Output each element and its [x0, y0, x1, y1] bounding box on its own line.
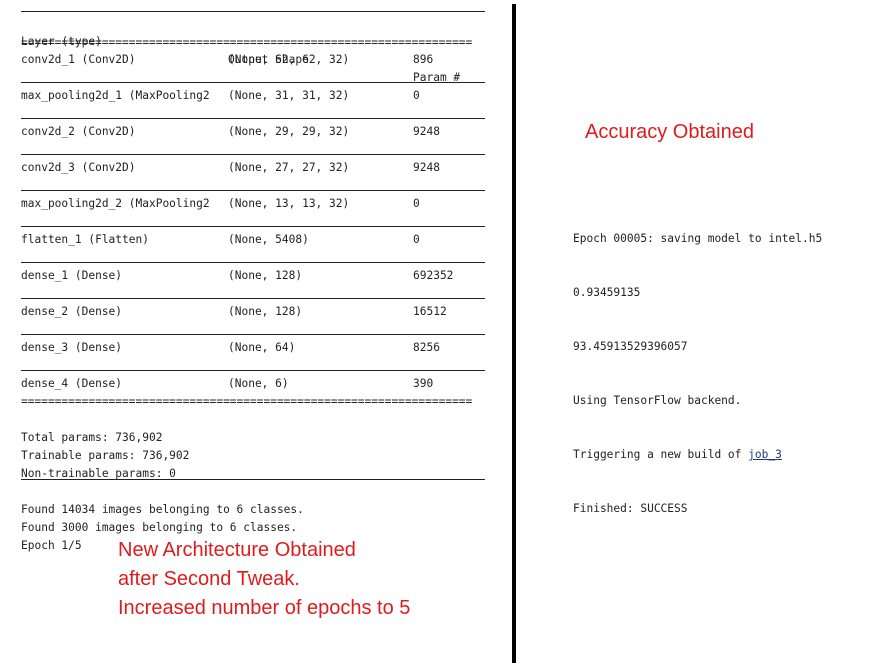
separator-line	[21, 226, 485, 227]
console-line: Finished: SUCCESS	[573, 502, 688, 515]
layer-name: conv2d_2 (Conv2D)	[21, 125, 136, 138]
layer-row: conv2d_3 (Conv2D) (None, 27, 27, 32) 9248	[0, 159, 512, 177]
accuracy-annotation: Accuracy Obtained	[585, 121, 754, 143]
layer-row: dense_2 (Dense) (None, 128) 16512	[0, 303, 512, 321]
layer-row: max_pooling2d_2 (MaxPooling2 (None, 13, 1…	[0, 195, 512, 213]
layer-row: flatten_1 (Flatten) (None, 5408) 0	[0, 231, 512, 249]
console-line: 0.93459135	[573, 286, 641, 299]
architecture-annotation: New Architecture Obtained after Second T…	[118, 539, 411, 619]
separator-line	[21, 118, 485, 119]
separator-line	[21, 11, 485, 12]
output-shape: (None, 62, 62, 32)	[228, 53, 350, 66]
header-param: Param #	[413, 71, 461, 84]
layer-name: dense_4 (Dense)	[21, 377, 123, 390]
layer-name: max_pooling2d_2 (MaxPooling2	[21, 197, 210, 210]
separator-line	[21, 334, 485, 335]
param-count: 16512	[413, 305, 447, 318]
param-count: 8256	[413, 341, 440, 354]
equals-separator: ========================================…	[21, 395, 473, 408]
output-shape: (None, 128)	[228, 305, 303, 318]
non-trainable-params: Non-trainable params: 0	[0, 447, 512, 480]
output-shape: (None, 128)	[228, 269, 303, 282]
layer-name: dense_2 (Dense)	[21, 305, 123, 318]
param-count: 692352	[413, 269, 454, 282]
output-shape: (None, 29, 29, 32)	[228, 125, 350, 138]
param-count: 9248	[413, 125, 440, 138]
equals-separator: ========================================…	[21, 36, 473, 49]
separator-line	[21, 298, 485, 299]
param-count: 0	[413, 89, 420, 102]
separator-line	[21, 479, 485, 480]
output-shape: (None, 27, 27, 32)	[228, 161, 350, 174]
separator-line	[21, 82, 485, 83]
layer-row: dense_4 (Dense) (None, 6) 390	[0, 375, 512, 393]
layer-name: flatten_1 (Flatten)	[21, 233, 149, 246]
non-trainable-params-text: Non-trainable params: 0	[21, 467, 176, 480]
vertical-divider	[512, 4, 516, 663]
console-line: Using TensorFlow backend.	[573, 394, 742, 407]
console-line: Epoch 00005: saving model to intel.h5	[573, 232, 823, 245]
param-count: 0	[413, 197, 420, 210]
param-count: 9248	[413, 161, 440, 174]
layer-name: conv2d_3 (Conv2D)	[21, 161, 136, 174]
log-line: Found 3000 images belonging to 6 classes…	[0, 501, 512, 534]
param-count: 390	[413, 377, 434, 390]
trigger-text: Triggering a new build of	[573, 448, 749, 461]
layer-row: dense_1 (Dense) (None, 128) 692352	[0, 267, 512, 285]
output-shape: (None, 64)	[228, 341, 296, 354]
param-count: 896	[413, 53, 434, 66]
separator-line	[21, 262, 485, 263]
summary-header-row: Layer (type) Output Shape Param #	[0, 15, 512, 84]
job-link[interactable]: job_3	[748, 448, 782, 461]
layer-name: dense_1 (Dense)	[21, 269, 123, 282]
layer-row: conv2d_1 (Conv2D) (None, 62, 62, 32) 896	[0, 51, 512, 69]
layer-name: conv2d_1 (Conv2D)	[21, 53, 136, 66]
output-shape: (None, 5408)	[228, 233, 309, 246]
console-output: Epoch 00005: saving model to intel.h5 0.…	[573, 194, 822, 536]
log-line: Found 14034 images belonging to 6 classe…	[0, 483, 512, 516]
console-line-trigger: Triggering a new build of job_3	[573, 446, 822, 464]
log-line: Epoch 1/5	[0, 519, 512, 552]
separator-line	[21, 370, 485, 371]
layer-row: max_pooling2d_1 (MaxPooling2 (None, 31, 3…	[0, 87, 512, 105]
output-shape: (None, 6)	[228, 377, 289, 390]
layer-row: dense_3 (Dense) (None, 64) 8256	[0, 339, 512, 357]
separator-line	[21, 190, 485, 191]
output-shape: (None, 31, 31, 32)	[228, 89, 350, 102]
layer-name: dense_3 (Dense)	[21, 341, 123, 354]
trainable-params: Trainable params: 736,902	[0, 429, 512, 462]
param-count: 0	[413, 233, 420, 246]
console-line: 93.45913529396057	[573, 340, 688, 353]
total-params: Total params: 736,902	[0, 411, 512, 444]
layer-row: conv2d_2 (Conv2D) (None, 29, 29, 32) 9248	[0, 123, 512, 141]
log-text: Epoch 1/5	[21, 539, 82, 552]
layer-name: max_pooling2d_1 (MaxPooling2	[21, 89, 210, 102]
separator-line	[21, 154, 485, 155]
output-shape: (None, 13, 13, 32)	[228, 197, 350, 210]
